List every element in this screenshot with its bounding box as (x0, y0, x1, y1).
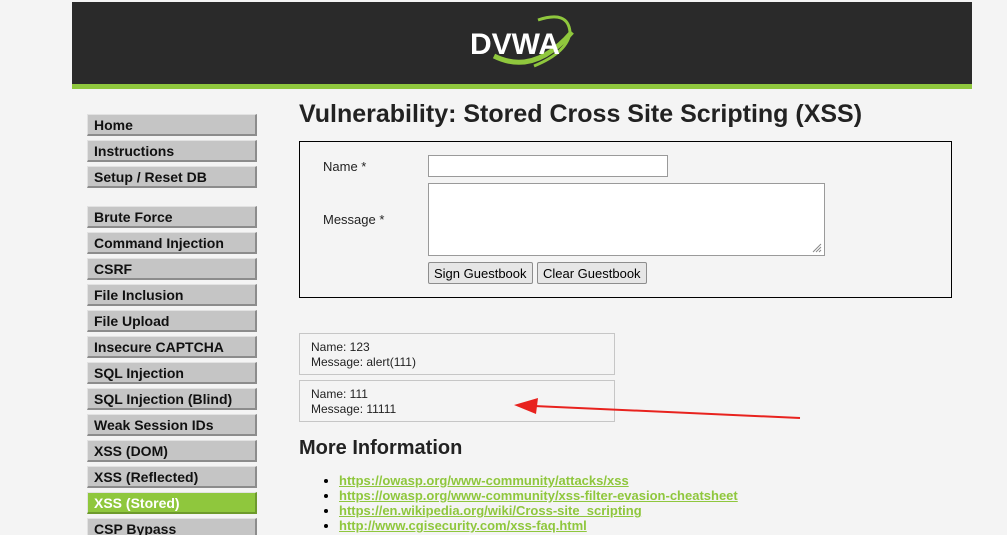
menu-item-insecure-captcha[interactable]: Insecure CAPTCHA (87, 336, 257, 358)
name-label: Name * (323, 159, 367, 174)
menu-item-csrf[interactable]: CSRF (87, 258, 257, 280)
list-item: https://en.wikipedia.org/wiki/Cross-site… (339, 503, 738, 518)
more-information-links: https://owasp.org/www-community/attacks/… (299, 473, 738, 533)
guestbook-form: Name * Message * Sign Guestbook Clear Gu… (299, 141, 952, 298)
menu-item-file-inclusion[interactable]: File Inclusion (87, 284, 257, 306)
more-info-link[interactable]: https://en.wikipedia.org/wiki/Cross-site… (339, 503, 642, 518)
message-textarea[interactable] (428, 183, 825, 256)
more-info-link[interactable]: https://owasp.org/www-community/attacks/… (339, 473, 629, 488)
menu-item-weak-session-ids[interactable]: Weak Session IDs (87, 414, 257, 436)
menu-item-home[interactable]: Home (87, 114, 257, 136)
red-arrow-annotation (514, 398, 801, 419)
page-container: DVWA Home Instructions Setup / Reset DB Bru… (72, 0, 972, 535)
list-item: https://owasp.org/www-community/attacks/… (339, 473, 738, 488)
menu-item-brute-force[interactable]: Brute Force (87, 206, 257, 228)
more-information-heading: More Information (299, 437, 463, 459)
logo-text: DVWA (470, 28, 560, 61)
menu-block: Home Instructions Setup / Reset DB (87, 114, 257, 188)
menu-item-csp-bypass[interactable]: CSP Bypass (87, 518, 257, 535)
list-item: https://owasp.org/www-community/xss-filt… (339, 488, 738, 503)
page-title: Vulnerability: Stored Cross Site Scripti… (299, 100, 863, 128)
entry-name: Name: 123 (311, 340, 370, 354)
menu-item-instructions[interactable]: Instructions (87, 140, 257, 162)
dvwa-logo: DVWA (470, 15, 574, 68)
more-info-link[interactable]: https://owasp.org/www-community/xss-filt… (339, 488, 738, 503)
menu-item-setup-reset-db[interactable]: Setup / Reset DB (87, 166, 257, 188)
menu-item-xss-dom[interactable]: XSS (DOM) (87, 440, 257, 462)
menu-item-xss-stored[interactable]: XSS (Stored) (87, 492, 257, 514)
guestbook-entry: Name: 123 Message: alert(111) (299, 333, 615, 375)
resize-grip-icon[interactable] (812, 243, 822, 253)
menu-block: Brute Force Command Injection CSRF File Inc… (87, 206, 257, 535)
message-label: Message * (323, 212, 385, 227)
name-input[interactable] (428, 155, 668, 177)
header: DVWA (72, 2, 972, 89)
sign-guestbook-button[interactable]: Sign Guestbook (428, 262, 533, 284)
menu-item-file-upload[interactable]: File Upload (87, 310, 257, 332)
menu-item-sql-injection[interactable]: SQL Injection (87, 362, 257, 384)
sidebar-menu: Home Instructions Setup / Reset DB Brute Fo… (87, 114, 257, 535)
more-info-link[interactable]: http://www.cgisecurity.com/xss-faq.html (339, 518, 587, 533)
menu-item-xss-reflected[interactable]: XSS (Reflected) (87, 466, 257, 488)
main-content: Vulnerability: Stored Cross Site Scripti… (299, 100, 959, 533)
clear-guestbook-button[interactable]: Clear Guestbook (537, 262, 647, 284)
menu-item-command-injection[interactable]: Command Injection (87, 232, 257, 254)
menu-item-sql-injection-blind[interactable]: SQL Injection (Blind) (87, 388, 257, 410)
entry-message: Message: alert(111) (311, 355, 416, 369)
list-item: http://www.cgisecurity.com/xss-faq.html (339, 518, 738, 533)
